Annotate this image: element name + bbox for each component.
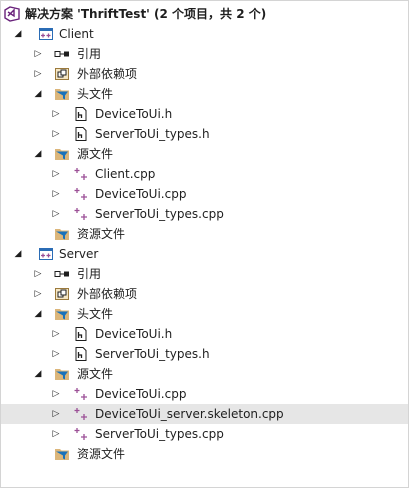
file-label: DeviceToUi.h <box>95 107 173 121</box>
tree-row-file[interactable]: ▷ ServerToUi_types.cpp <box>1 424 408 444</box>
collapsed-icon[interactable]: ▷ <box>50 424 62 444</box>
tree-row-external-deps[interactable]: ▷ 外部依赖项 <box>1 284 408 304</box>
external-deps-label: 外部依赖项 <box>77 67 138 81</box>
tree-row-file[interactable]: ▷ ServerToUi_types.cpp <box>1 204 408 224</box>
collapsed-icon[interactable]: ▷ <box>32 44 44 64</box>
cpp-project-icon <box>38 246 54 262</box>
header-file-icon <box>73 126 89 142</box>
expanded-icon[interactable]: ◢ <box>32 84 44 104</box>
expanded-icon[interactable]: ◢ <box>32 304 44 324</box>
tree-row-file[interactable]: ▷ DeviceToUi.cpp <box>1 184 408 204</box>
folder-label: 资源文件 <box>77 227 126 241</box>
cpp-file-icon <box>73 166 89 182</box>
project-label: Server <box>59 247 99 261</box>
expanded-icon[interactable]: ◢ <box>12 24 24 44</box>
cpp-file-icon <box>73 186 89 202</box>
tree-row-project-client[interactable]: ◢ Client <box>1 24 408 44</box>
expanded-icon[interactable]: ◢ <box>32 364 44 384</box>
external-dependencies-icon <box>54 286 70 302</box>
tree-row-references[interactable]: ▷ 引用 <box>1 44 408 64</box>
collapsed-icon[interactable]: ▷ <box>50 404 62 424</box>
file-label: DeviceToUi.cpp <box>95 387 187 401</box>
folder-label: 源文件 <box>77 367 114 381</box>
file-label: ServerToUi_types.h <box>95 347 210 361</box>
folder-label: 源文件 <box>77 147 114 161</box>
file-label: ServerToUi_types.h <box>95 127 210 141</box>
tree-row-resource-files-folder[interactable]: 资源文件 <box>1 224 408 244</box>
tree-row-resource-files-folder[interactable]: 资源文件 <box>1 444 408 464</box>
tree-row-file[interactable]: ▷ DeviceToUi.h <box>1 324 408 344</box>
header-file-icon <box>73 326 89 342</box>
references-label: 引用 <box>77 47 102 61</box>
cpp-file-icon <box>73 406 89 422</box>
expanded-icon[interactable]: ◢ <box>32 144 44 164</box>
filter-folder-icon <box>54 86 70 102</box>
solution-explorer-panel: 解决方案 'ThriftTest' (2 个项目，共 2 个) ◢ Client… <box>0 0 409 488</box>
tree-row-file[interactable]: ▷ ServerToUi_types.h <box>1 344 408 364</box>
tree-row-file-selected[interactable]: ▷ DeviceToUi_server.skeleton.cpp <box>1 404 408 424</box>
collapsed-icon[interactable]: ▷ <box>50 164 62 184</box>
tree-row-project-server[interactable]: ◢ Server <box>1 244 408 264</box>
collapsed-icon[interactable]: ▷ <box>50 324 62 344</box>
folder-label: 资源文件 <box>77 447 126 461</box>
solution-label: 解决方案 'ThriftTest' (2 个项目，共 2 个) <box>25 7 267 21</box>
cpp-file-icon <box>73 426 89 442</box>
file-label: ServerToUi_types.cpp <box>95 207 224 221</box>
tree-row-solution[interactable]: 解决方案 'ThriftTest' (2 个项目，共 2 个) <box>1 4 408 24</box>
folder-label: 头文件 <box>77 87 114 101</box>
collapsed-icon[interactable]: ▷ <box>50 184 62 204</box>
file-label: DeviceToUi.h <box>95 327 173 341</box>
external-deps-label: 外部依赖项 <box>77 287 138 301</box>
filter-folder-icon <box>54 146 70 162</box>
file-label: DeviceToUi.cpp <box>95 187 187 201</box>
file-label: ServerToUi_types.cpp <box>95 427 224 441</box>
tree-row-header-files-folder[interactable]: ◢ 头文件 <box>1 84 408 104</box>
tree-row-header-files-folder[interactable]: ◢ 头文件 <box>1 304 408 324</box>
filter-folder-icon <box>54 446 70 462</box>
cpp-project-icon <box>38 26 54 42</box>
collapsed-icon[interactable]: ▷ <box>50 204 62 224</box>
collapsed-icon[interactable]: ▷ <box>32 64 44 84</box>
collapsed-icon[interactable]: ▷ <box>32 284 44 304</box>
folder-label: 头文件 <box>77 307 114 321</box>
cpp-file-icon <box>73 386 89 402</box>
collapsed-icon[interactable]: ▷ <box>50 344 62 364</box>
cpp-file-icon <box>73 206 89 222</box>
tree-row-file[interactable]: ▷ Client.cpp <box>1 164 408 184</box>
collapsed-icon[interactable]: ▷ <box>50 384 62 404</box>
references-icon <box>54 46 70 62</box>
tree-row-external-deps[interactable]: ▷ 外部依赖项 <box>1 64 408 84</box>
solution-tree: 解决方案 'ThriftTest' (2 个项目，共 2 个) ◢ Client… <box>1 4 408 464</box>
collapsed-icon[interactable]: ▷ <box>50 104 62 124</box>
collapsed-icon[interactable]: ▷ <box>32 264 44 284</box>
file-label: DeviceToUi_server.skeleton.cpp <box>95 407 284 421</box>
tree-row-references[interactable]: ▷ 引用 <box>1 264 408 284</box>
project-label: Client <box>59 27 94 41</box>
tree-row-file[interactable]: ▷ DeviceToUi.cpp <box>1 384 408 404</box>
filter-folder-icon <box>54 306 70 322</box>
solution-icon <box>4 6 20 22</box>
file-label: Client.cpp <box>95 167 156 181</box>
filter-folder-icon <box>54 226 70 242</box>
tree-row-source-files-folder[interactable]: ◢ 源文件 <box>1 364 408 384</box>
tree-row-file[interactable]: ▷ DeviceToUi.h <box>1 104 408 124</box>
header-file-icon <box>73 346 89 362</box>
external-dependencies-icon <box>54 66 70 82</box>
filter-folder-icon <box>54 366 70 382</box>
collapsed-icon[interactable]: ▷ <box>50 124 62 144</box>
tree-row-file[interactable]: ▷ ServerToUi_types.h <box>1 124 408 144</box>
tree-row-source-files-folder[interactable]: ◢ 源文件 <box>1 144 408 164</box>
header-file-icon <box>73 106 89 122</box>
references-icon <box>54 266 70 282</box>
expanded-icon[interactable]: ◢ <box>12 244 24 264</box>
references-label: 引用 <box>77 267 102 281</box>
